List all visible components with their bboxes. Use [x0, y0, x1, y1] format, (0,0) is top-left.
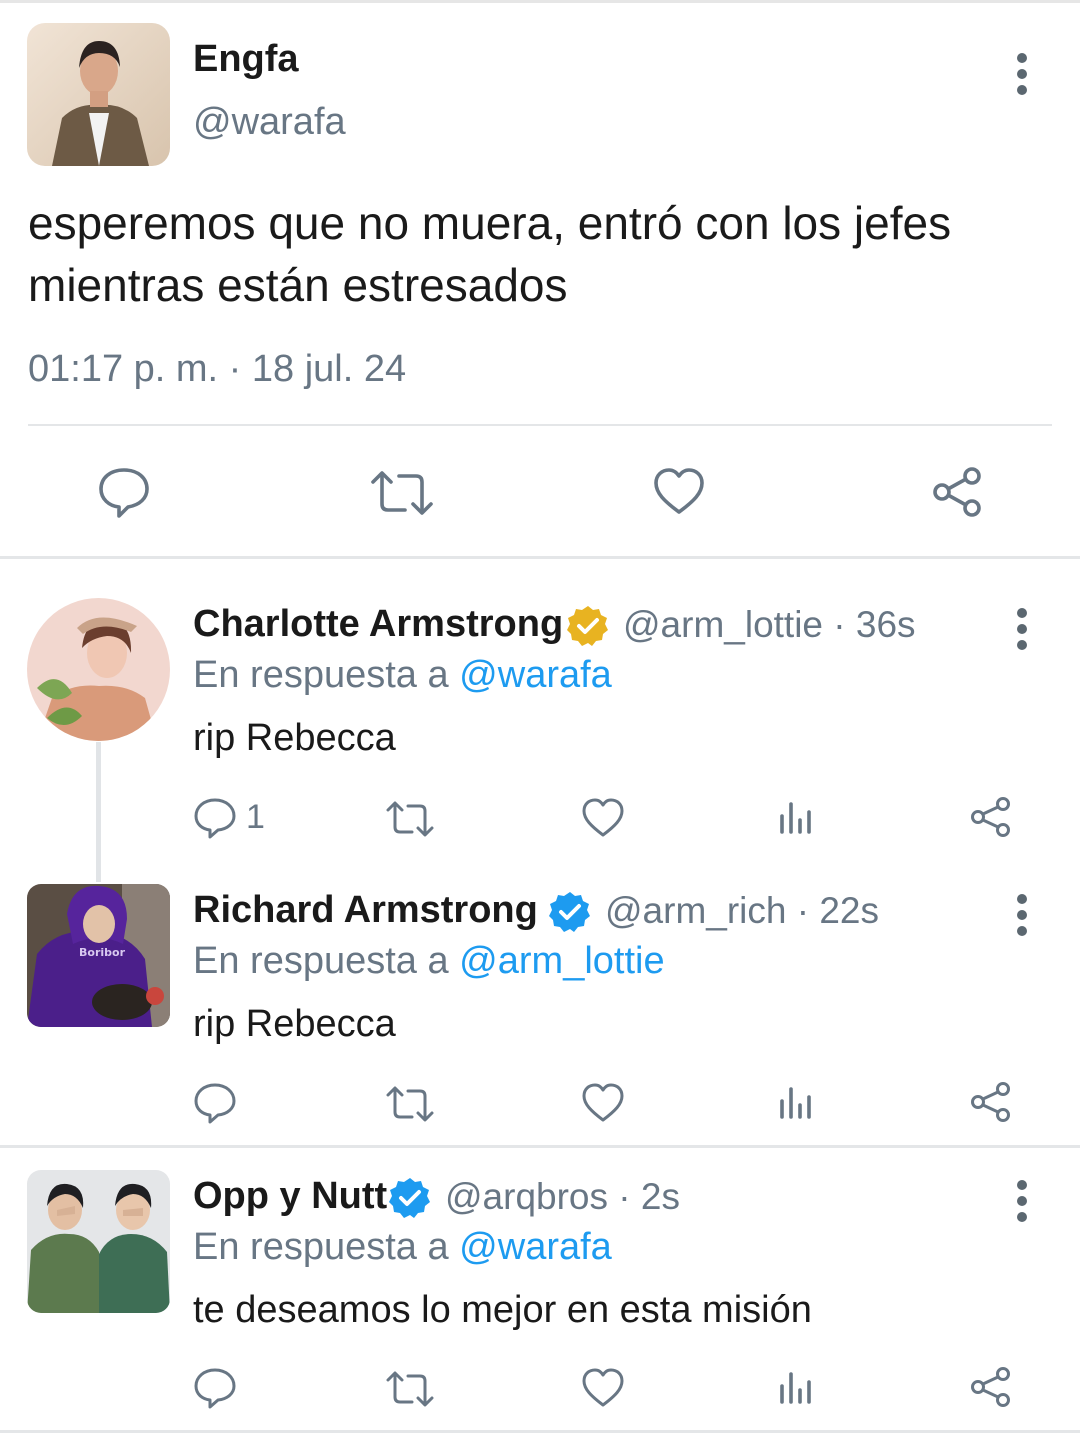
- replying-to-prefix: En respuesta a: [193, 940, 449, 982]
- replying-to-prefix: En respuesta a: [193, 1226, 449, 1268]
- reply-text: rip Rebecca: [193, 717, 396, 759]
- heart-icon[interactable]: [581, 1367, 625, 1409]
- reply-text: te deseamos lo mejor en esta misión: [193, 1289, 812, 1331]
- verified-badge-icon: [566, 604, 610, 653]
- avatar-charlotte[interactable]: [27, 598, 170, 741]
- author-name[interactable]: Engfa: [193, 38, 299, 81]
- more-vertical-icon[interactable]: [1016, 1180, 1028, 1228]
- retweet-icon[interactable]: [385, 1084, 435, 1124]
- replying-to: En respuesta a @warafa: [193, 654, 612, 697]
- thread-connector: [96, 742, 101, 882]
- tweet-text-line-2: mientras están estresados: [28, 259, 568, 311]
- reply-author-name[interactable]: Opp y Nutt: [193, 1175, 387, 1218]
- tweet-text-line-1: esperemos que no muera, entró con los je…: [28, 197, 952, 249]
- comment-icon[interactable]: [97, 466, 151, 518]
- reply-handle-time[interactable]: @arm_lottie · 36s: [623, 604, 916, 646]
- avatar-engfa[interactable]: [27, 23, 170, 166]
- reply-author-name[interactable]: Charlotte Armstrong: [193, 603, 563, 646]
- retweet-icon[interactable]: [369, 468, 435, 518]
- section-divider: [0, 556, 1080, 559]
- heart-icon[interactable]: [652, 466, 706, 518]
- replying-to: En respuesta a @arm_lottie: [193, 940, 665, 983]
- svg-text:Boribor: Boribor: [79, 946, 126, 959]
- avatar-richard[interactable]: Boribor: [27, 884, 170, 1027]
- share-icon[interactable]: [969, 1081, 1013, 1123]
- retweet-icon[interactable]: [385, 799, 435, 839]
- heart-icon[interactable]: [581, 1082, 625, 1124]
- replying-to: En respuesta a @warafa: [193, 1226, 612, 1269]
- author-handle[interactable]: @warafa: [193, 101, 346, 144]
- heart-icon[interactable]: [581, 797, 625, 839]
- reply-text: rip Rebecca: [193, 1003, 396, 1045]
- share-icon[interactable]: [969, 1366, 1013, 1408]
- share-icon[interactable]: [930, 466, 984, 518]
- analytics-icon[interactable]: [776, 1083, 816, 1123]
- reply-count: 1: [246, 798, 265, 836]
- tweet-text: esperemos que no muera, entró con los je…: [28, 192, 1068, 316]
- more-vertical-icon[interactable]: [1016, 608, 1028, 656]
- analytics-icon[interactable]: [776, 798, 816, 838]
- share-icon[interactable]: [969, 796, 1013, 838]
- comment-icon[interactable]: [193, 1367, 237, 1409]
- analytics-icon[interactable]: [776, 1368, 816, 1408]
- divider: [28, 424, 1052, 426]
- replying-to-mention[interactable]: @warafa: [459, 1226, 612, 1268]
- reply-author-name[interactable]: Richard Armstrong: [193, 889, 538, 932]
- replying-to-mention[interactable]: @arm_lottie: [459, 940, 664, 982]
- top-separator: [0, 0, 1080, 3]
- more-vertical-icon[interactable]: [1016, 53, 1028, 101]
- retweet-icon[interactable]: [385, 1369, 435, 1409]
- comment-icon[interactable]: [193, 797, 237, 839]
- reply-handle-time[interactable]: @arqbros · 2s: [445, 1176, 680, 1218]
- avatar-arqbros[interactable]: [27, 1170, 170, 1313]
- section-divider: [0, 1430, 1080, 1433]
- comment-icon[interactable]: [193, 1082, 237, 1124]
- replying-to-mention[interactable]: @warafa: [459, 654, 612, 696]
- section-divider: [0, 1145, 1080, 1148]
- tweet-timestamp[interactable]: 01:17 p. m. · 18 jul. 24: [28, 348, 406, 391]
- reply-handle-time[interactable]: @arm_rich · 22s: [605, 890, 879, 932]
- verified-badge-icon: [548, 890, 592, 939]
- replying-to-prefix: En respuesta a: [193, 654, 449, 696]
- verified-badge-icon: [388, 1176, 432, 1225]
- more-vertical-icon[interactable]: [1016, 894, 1028, 942]
